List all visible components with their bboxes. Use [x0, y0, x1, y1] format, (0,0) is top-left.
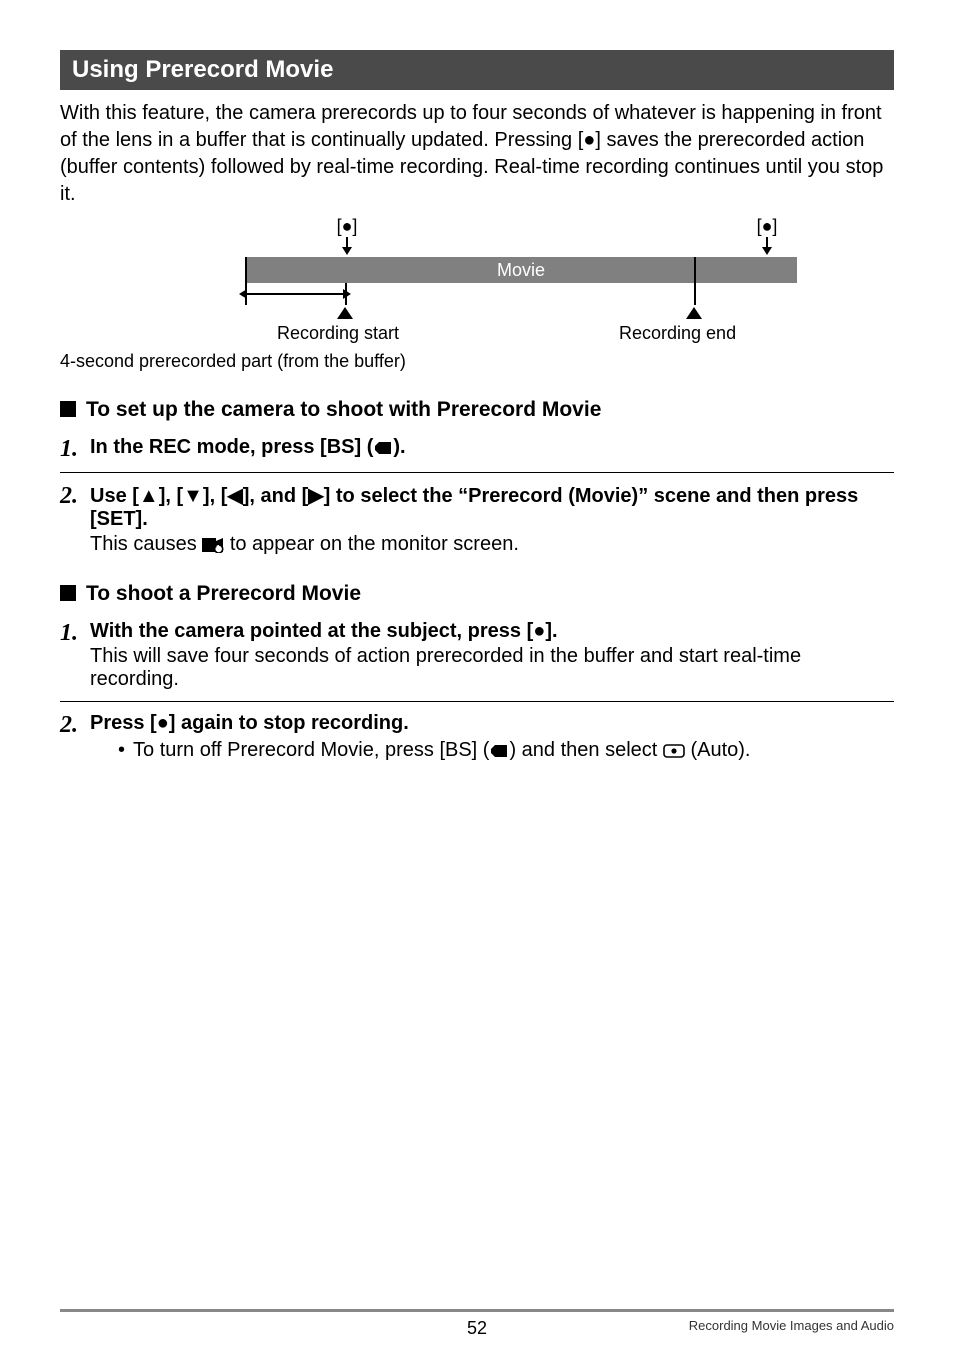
auto-mode-icon	[663, 743, 685, 759]
bs-mode-icon	[373, 440, 393, 456]
diagram-top-labels: [●] [●]	[327, 216, 787, 255]
prerecord-diagram: [●] [●] Movie Recording start Recording …	[157, 216, 797, 349]
movie-bar-row: Movie	[157, 257, 797, 283]
step-2-1-desc: This will save four seconds of action pr…	[90, 645, 894, 691]
record-button-label-end: [●]	[747, 216, 787, 255]
buffer-caption: 4-second prerecorded part (from the buff…	[60, 351, 894, 372]
record-start-symbol: [●]	[337, 216, 358, 236]
subheading-setup: To set up the camera to shoot with Prere…	[60, 398, 894, 422]
diagram-ticks	[157, 283, 797, 305]
step-2-1: 1. With the camera pointed at the subjec…	[60, 620, 894, 691]
double-arrow-icon	[247, 293, 343, 295]
page-number: 52	[0, 1318, 954, 1339]
subheading-setup-text: To set up the camera to shoot with Prere…	[86, 398, 601, 422]
step-1-1: 1. In the REC mode, press [BS] ( ).	[60, 436, 894, 462]
triangle-up-icon	[337, 307, 353, 319]
diagram-pointers	[157, 305, 797, 323]
subheading-shoot: To shoot a Prerecord Movie	[60, 582, 894, 606]
record-end-symbol: [●]	[757, 216, 778, 236]
step-1-2: 2. Use [▲], [▼], [◀], and [▶] to select …	[60, 483, 894, 556]
step-1-2-title: Use [▲], [▼], [◀], and [▶] to select the…	[90, 483, 894, 531]
step-2-2-bullet: • To turn off Prerecord Movie, press [BS…	[118, 739, 894, 762]
divider	[60, 701, 894, 702]
step-2-1-title: With the camera pointed at the subject, …	[90, 620, 894, 643]
bullet-dot: •	[118, 739, 125, 762]
page: Using Prerecord Movie With this feature,…	[0, 0, 954, 1357]
step-1-2-desc: This causes to appear on the monitor scr…	[90, 533, 894, 556]
tick-mark	[694, 257, 696, 305]
diagram-labels: Recording start Recording end	[157, 323, 797, 349]
recording-end-label: Recording end	[619, 323, 736, 344]
step-number: 1.	[60, 620, 78, 691]
square-bullet-icon	[60, 401, 76, 417]
step-number: 2.	[60, 483, 78, 556]
footer-rule	[60, 1309, 894, 1312]
step-1-1-title: In the REC mode, press [BS] ( ).	[90, 436, 406, 458]
square-bullet-icon	[60, 585, 76, 601]
arrow-down-icon	[342, 237, 352, 255]
movie-bar: Movie	[245, 257, 797, 283]
page-footer: 52 Recording Movie Images and Audio	[0, 1309, 954, 1333]
step-number: 2.	[60, 712, 78, 762]
step-2-2: 2. Press [●] again to stop recording. • …	[60, 712, 894, 762]
triangle-up-icon	[686, 307, 702, 319]
bs-mode-icon	[489, 743, 509, 759]
intro-text: With this feature, the camera prerecords…	[60, 100, 894, 208]
step-2-2-title: Press [●] again to stop recording.	[90, 712, 894, 735]
divider	[60, 472, 894, 473]
prerecord-indicator-icon	[202, 537, 224, 553]
arrow-down-icon	[762, 237, 772, 255]
recording-start-label: Recording start	[277, 323, 399, 344]
step-number: 1.	[60, 436, 78, 462]
record-button-label-start: [●]	[327, 216, 367, 255]
subheading-shoot-text: To shoot a Prerecord Movie	[86, 582, 361, 606]
section-title: Using Prerecord Movie	[60, 50, 894, 90]
